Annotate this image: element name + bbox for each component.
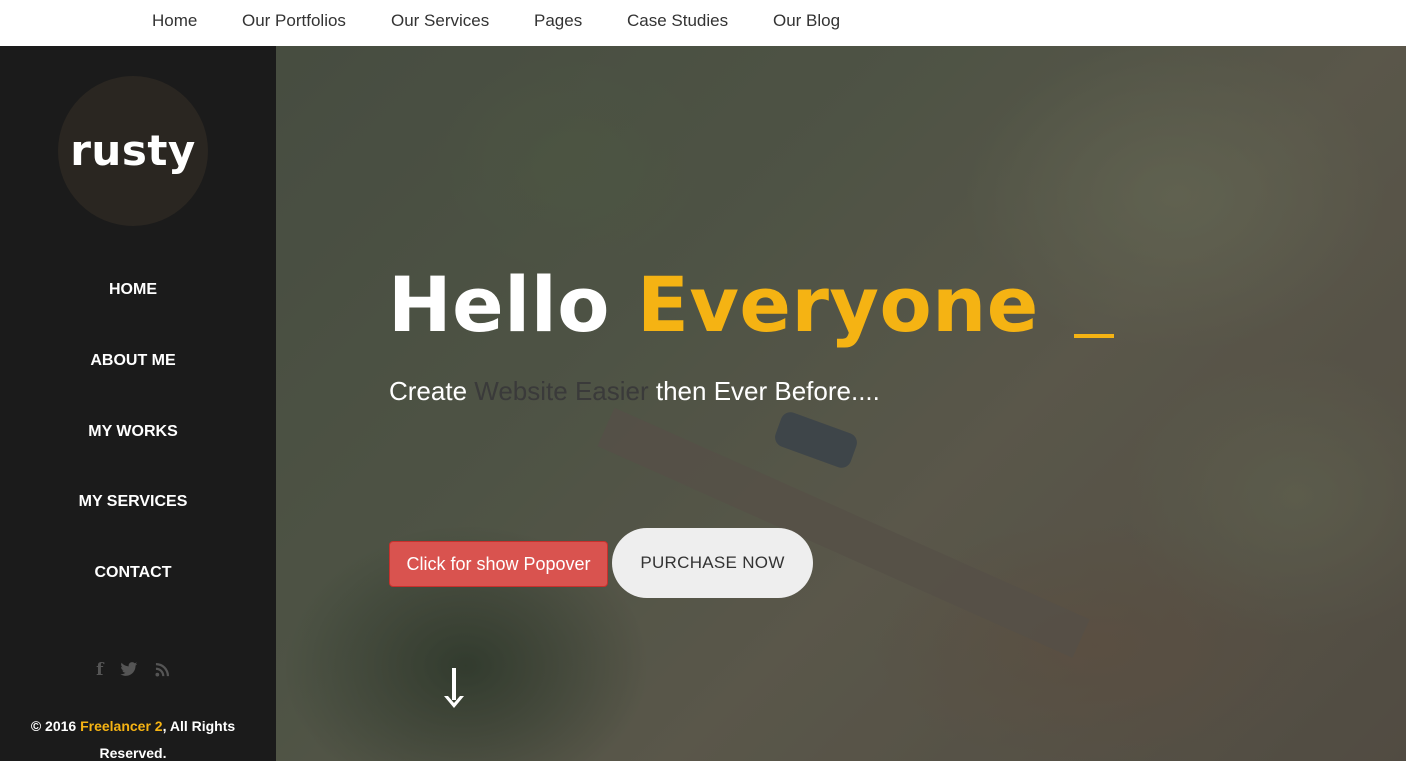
topnav-pages[interactable]: Pages [534,11,582,31]
topnav-our-blog[interactable]: Our Blog [773,11,840,31]
purchase-now-button[interactable]: PURCHASE NOW [612,528,813,598]
logo[interactable]: rusty [58,76,208,226]
sidebar-item-contact[interactable]: CONTACT [0,564,266,582]
typing-cursor [1074,334,1114,338]
top-navigation: Home Our Portfolios Our Services Pages C… [0,0,1406,46]
hero-subtitle-end: then Ever Before.... [648,376,880,406]
topnav-home[interactable]: Home [152,11,197,31]
hero-title-white: Hello [388,260,637,349]
arrow-down-icon[interactable] [442,668,466,718]
twitter-icon[interactable] [120,660,138,680]
facebook-icon[interactable]: f [96,660,103,680]
hero-subtitle: Create Website Easier then Ever Before..… [389,376,880,407]
hero-section: Hello Everyone Create Website Easier the… [276,46,1406,761]
topnav-case-studies[interactable]: Case Studies [627,11,728,31]
show-popover-button[interactable]: Click for show Popover [389,541,608,587]
rss-icon[interactable] [155,660,170,680]
topnav-our-services[interactable]: Our Services [391,11,489,31]
copyright-notice: © 2016 Freelancer 2, All Rights Reserved… [10,713,256,761]
copyright-brand-link[interactable]: Freelancer 2 [80,718,163,734]
logo-text: rusty [70,126,196,175]
hero-subtitle-highlight: Website Easier [474,376,649,406]
sidebar-item-about-me[interactable]: ABOUT ME [0,352,266,370]
sidebar-item-home[interactable]: HOME [0,281,266,299]
hero-subtitle-start: Create [389,376,475,406]
sidebar-item-my-services[interactable]: MY SERVICES [0,493,266,511]
copyright-prefix: © 2016 [30,718,81,734]
sidebar: rusty HOME ABOUT ME MY WORKS MY SERVICES… [0,46,276,761]
hero-title: Hello Everyone [388,260,1039,349]
social-links: f [0,660,266,680]
topnav-our-portfolios[interactable]: Our Portfolios [242,11,346,31]
hero-title-accent: Everyone [636,260,1039,349]
sidebar-item-my-works[interactable]: MY WORKS [0,423,266,441]
